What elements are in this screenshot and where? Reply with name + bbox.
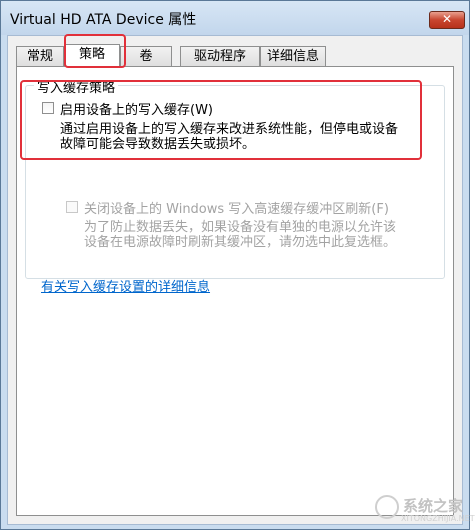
tab-driver[interactable]: 驱动程序 xyxy=(180,46,260,66)
desc-line: 设备在电源故障时刷新其缓冲区，请勿选中此复选框。 xyxy=(84,235,397,250)
policies-panel: 写入缓存策略 启用设备上的写入缓存(W) 通过启用设备上的写入缓存来改进系统性能… xyxy=(16,66,454,516)
tab-details[interactable]: 详细信息 xyxy=(260,46,326,66)
tab-policies[interactable]: 策略 xyxy=(64,44,120,67)
window-title: Virtual HD ATA Device 属性 xyxy=(10,12,197,28)
tab-general[interactable]: 常规 xyxy=(16,46,64,66)
desc-line: 故障可能会导致数据丢失或损坏。 xyxy=(60,137,256,152)
close-button[interactable]: ✕ xyxy=(429,11,465,29)
properties-dialog: Virtual HD ATA Device 属性 ✕ 常规 策略 卷 驱动程序 … xyxy=(0,0,475,530)
desc-line: 为了防止数据丢失，如果设备没有单独的电源以允许该 xyxy=(84,220,397,235)
enable-write-cache-description: 通过启用设备上的写入缓存来改进系统性能，但停电或设备 故障可能会导致数据丢失或损… xyxy=(60,122,450,152)
enable-write-cache-label[interactable]: 启用设备上的写入缓存(W) xyxy=(60,99,213,118)
desc-line: 通过启用设备上的写入缓存来改进系统性能，但停电或设备 xyxy=(60,122,399,137)
dialog-client-area: 常规 策略 卷 驱动程序 详细信息 写入缓存策略 启用设备上的写入缓存(W) 通… xyxy=(7,34,463,525)
title-bar[interactable]: Virtual HD ATA Device 属性 ✕ xyxy=(1,1,469,35)
disable-buffer-flush-checkbox[interactable] xyxy=(66,201,78,213)
write-cache-policy-group: 写入缓存策略 启用设备上的写入缓存(W) 通过启用设备上的写入缓存来改进系统性能… xyxy=(25,77,445,279)
enable-write-cache-checkbox[interactable] xyxy=(42,102,54,114)
group-title: 写入缓存策略 xyxy=(34,77,119,96)
disable-buffer-flush-label[interactable]: 关闭设备上的 Windows 写入高速缓存缓冲区刷新(F) xyxy=(84,198,389,217)
disable-buffer-flush-description: 为了防止数据丢失，如果设备没有单独的电源以允许该 设备在电源故障时刷新其缓冲区，… xyxy=(84,220,444,250)
write-cache-details-link[interactable]: 有关写入缓存设置的详细信息 xyxy=(41,276,210,295)
tab-volumes[interactable]: 卷 xyxy=(120,46,172,66)
